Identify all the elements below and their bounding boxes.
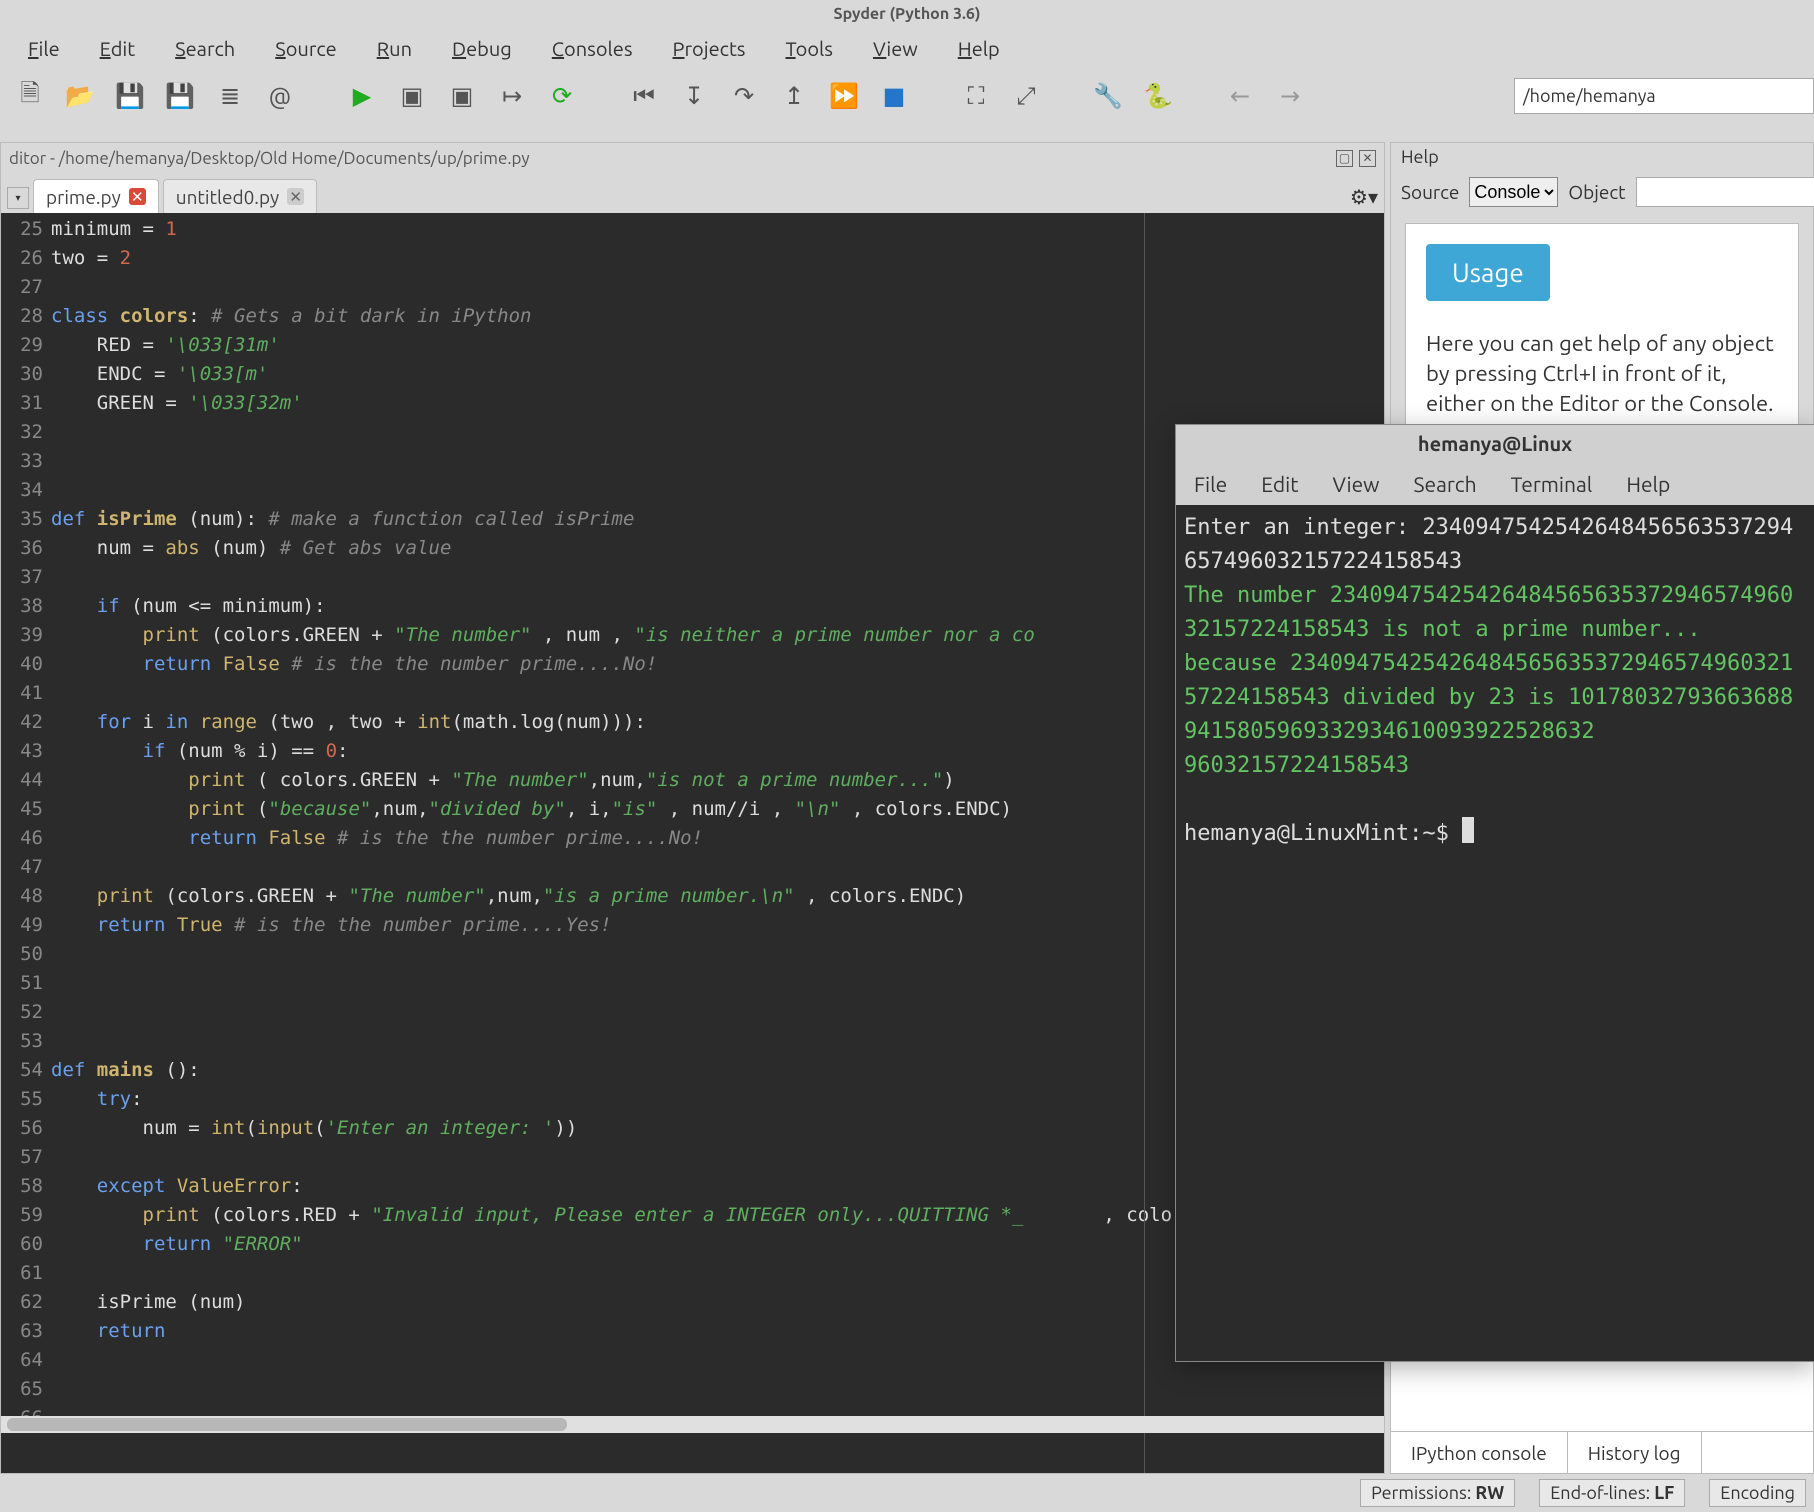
back-icon[interactable]: ← (1226, 82, 1254, 110)
tab-label: untitled0.py (176, 186, 279, 208)
run-cell-advance-icon[interactable]: ▣ (448, 82, 476, 110)
fullscreen-icon[interactable]: ⤢ (1012, 82, 1040, 110)
menu-view[interactable]: View (853, 37, 938, 60)
source-label: Source (1401, 181, 1459, 203)
step-into-icon[interactable]: ↧ (680, 82, 708, 110)
usage-badge: Usage (1426, 244, 1550, 301)
terminal-line-3: because 23409475425426484565635372946574… (1184, 651, 1793, 744)
fast-forward-icon[interactable]: ⏩ (830, 82, 858, 110)
object-input[interactable] (1636, 177, 1814, 207)
source-select[interactable]: Console (1469, 177, 1558, 207)
editor-tabbar: ▾ prime.py ✕ untitled0.py ✕ ⚙▾ (1, 173, 1384, 213)
status-bar: Permissions: RW End-of-lines: LF Encodin… (0, 1474, 1814, 1512)
save-all-icon[interactable]: 💾 (166, 82, 194, 110)
menu-projects[interactable]: Projects (653, 37, 766, 60)
menubar: FileEditSearchSourceRunDebugConsolesProj… (0, 28, 1814, 68)
terminal-line-2: The number 23409475425426484565635372946… (1184, 583, 1793, 642)
tab-list-dropdown[interactable]: ▾ (7, 187, 29, 209)
open-file-icon[interactable]: 📂 (66, 82, 94, 110)
at-symbol-icon[interactable]: @ (266, 82, 294, 110)
tab-untitled0-py[interactable]: untitled0.py ✕ (163, 179, 317, 213)
terminal-line-4: 96032157224158543 (1184, 753, 1409, 778)
terminal-line-1: Enter an integer: 2340947542542648456563… (1184, 515, 1793, 574)
window-title: Spyder (Python 3.6) (0, 0, 1814, 28)
terminal-menu-view[interactable]: View (1332, 472, 1379, 496)
tab-close-icon[interactable]: ✕ (287, 188, 304, 205)
play-icon[interactable]: ▶ (348, 82, 376, 110)
bottom-tab-history-log[interactable]: History log (1568, 1432, 1702, 1473)
tab-close-icon[interactable]: ✕ (129, 188, 146, 205)
terminal-menubar: File Edit View Search Terminal Help (1176, 463, 1814, 505)
reload-icon[interactable]: ⟳ (548, 82, 576, 110)
menu-debug[interactable]: Debug (432, 37, 532, 60)
menu-source[interactable]: Source (255, 37, 356, 60)
tab-prime-py[interactable]: prime.py ✕ (33, 179, 159, 213)
editor-maximize-icon[interactable]: ▢ (1336, 150, 1353, 167)
menu-tools[interactable]: Tools (765, 37, 853, 60)
new-file-icon[interactable]: 🗎 (16, 82, 44, 110)
terminal-menu-help[interactable]: Help (1626, 472, 1670, 496)
editor-horizontal-scrollbar[interactable] (1, 1416, 1384, 1433)
ipython-bottom-tabs: IPython consoleHistory log (1391, 1431, 1813, 1473)
terminal-menu-search[interactable]: Search (1413, 472, 1476, 496)
terminal-menu-terminal[interactable]: Terminal (1511, 472, 1593, 496)
editor-path-label: ditor - /home/hemanya/Desktop/Old Home/D… (9, 149, 530, 168)
first-icon[interactable]: ⏮ (630, 82, 658, 110)
menu-edit[interactable]: Edit (80, 37, 155, 60)
step-icon[interactable]: ↦ (498, 82, 526, 110)
list-icon[interactable]: ≣ (216, 82, 244, 110)
terminal-body[interactable]: Enter an integer: 2340947542542648456563… (1176, 505, 1814, 1361)
bottom-tab-ipython-console[interactable]: IPython console (1391, 1432, 1568, 1473)
menu-file[interactable]: File (8, 37, 80, 60)
run-cell-icon[interactable]: ▣ (398, 82, 426, 110)
line-number-gutter: 25 26 27 28 29 30 31 32 33 34 35 36 37 3… (1, 213, 49, 1473)
wrench-icon[interactable]: 🔧 (1094, 82, 1122, 110)
stop-icon[interactable]: ■ (880, 82, 908, 110)
terminal-cursor (1462, 817, 1474, 843)
tab-label: prime.py (46, 186, 121, 208)
terminal-menu-edit[interactable]: Edit (1261, 472, 1298, 496)
terminal-window[interactable]: hemanya@Linux File Edit View Search Terminal… (1175, 424, 1814, 1362)
step-out-icon[interactable]: ↥ (780, 82, 808, 110)
save-file-icon[interactable]: 💾 (116, 82, 144, 110)
help-panel-title: Help (1391, 143, 1813, 171)
menu-run[interactable]: Run (357, 37, 432, 60)
terminal-title: hemanya@Linux (1176, 425, 1814, 463)
expand-icon[interactable]: ⛶ (962, 82, 990, 110)
menu-help[interactable]: Help (938, 37, 1020, 60)
menu-search[interactable]: Search (155, 37, 255, 60)
python-icon[interactable]: 🐍 (1144, 82, 1172, 110)
editor-panel-header: ditor - /home/hemanya/Desktop/Old Home/D… (1, 143, 1384, 173)
editor-close-icon[interactable]: ✕ (1359, 150, 1376, 167)
object-label: Object (1568, 181, 1625, 203)
terminal-prompt: hemanya@LinuxMint:~$ (1184, 821, 1462, 846)
step-over-icon[interactable]: ↷ (730, 82, 758, 110)
working-directory-input[interactable]: /home/hemanya (1514, 78, 1814, 114)
menu-consoles[interactable]: Consoles (532, 37, 653, 60)
terminal-menu-file[interactable]: File (1194, 472, 1227, 496)
help-text: Here you can get help of any object by p… (1426, 329, 1778, 419)
forward-icon[interactable]: → (1276, 82, 1304, 110)
editor-options-gear-icon[interactable]: ⚙▾ (1350, 185, 1378, 209)
